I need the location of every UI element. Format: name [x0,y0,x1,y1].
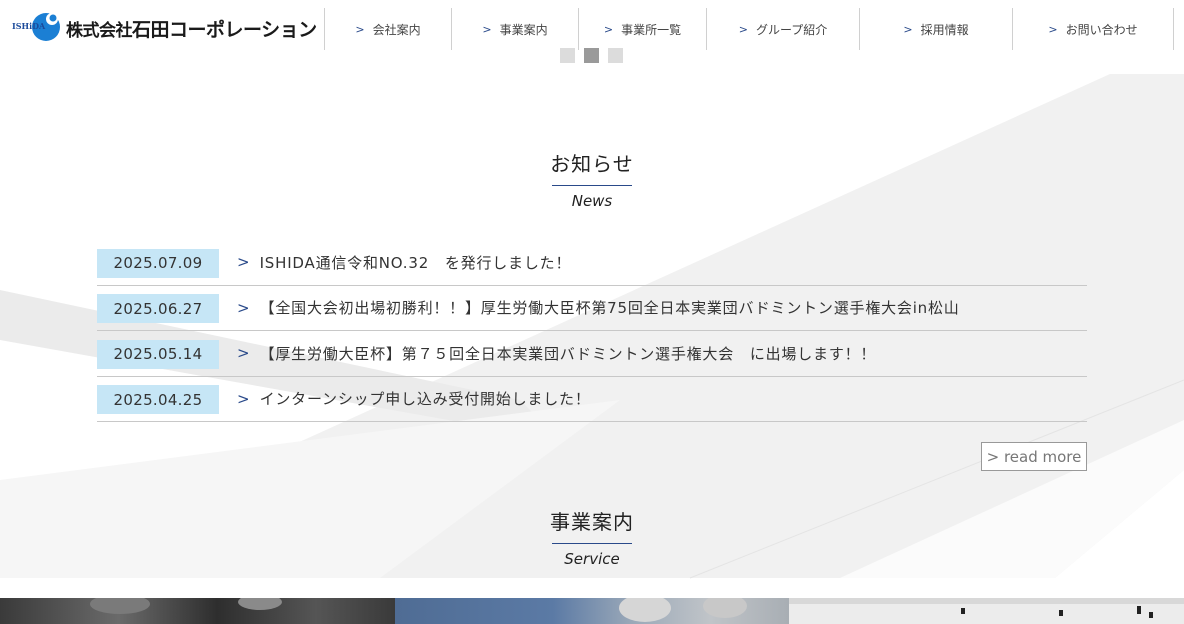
news-list: 2025.07.09 > ISHIDA通信令和NO.32 を発行しました！ 20… [97,240,1087,422]
news-item[interactable]: 2025.06.27 > 【全国大会初出場初勝利！！】厚生労働大臣杯第75回全日… [97,286,1087,331]
nav-label: お問い合わせ [1065,22,1138,37]
nav-item-company[interactable]: > 会社案内 [324,8,451,50]
service-image-office[interactable] [789,598,1184,624]
heading-rule [552,185,632,186]
logo-mark: ISHiDA [12,10,64,46]
nav-label: 会社案内 [372,22,421,37]
read-more-button[interactable]: > read more [981,442,1087,471]
company-name-main: 石田コーポレーション [132,18,317,41]
service-image-tubes[interactable] [395,598,789,624]
slider-dot[interactable] [560,48,575,63]
news-text: 【厚生労働大臣杯】第７５回全日本実業団バドミントン選手権大会 に出場します！！ [259,344,877,363]
news-title: お知らせ [550,152,634,176]
news-date: 2025.07.09 [97,248,219,278]
news-item[interactable]: 2025.07.09 > ISHIDA通信令和NO.32 を発行しました！ [97,240,1087,286]
service-heading: 事業案内 Service [0,506,1184,568]
news-heading: お知らせ News [0,148,1184,210]
chevron-right-icon: > [603,22,614,36]
company-logo[interactable]: ISHiDA 株式会社石田コーポレーション [12,10,317,46]
service-image-pipes[interactable] [0,598,395,624]
news-date: 2025.06.27 [97,294,219,324]
nav-label: 採用情報 [920,22,969,37]
slider-dot-active[interactable] [584,48,599,63]
nav-label: 事業案内 [499,22,548,37]
chevron-right-icon: > [482,22,492,36]
slider-dot[interactable] [608,48,623,63]
slider-pagination [560,48,623,63]
logo-small-text: ISHiDA [12,21,46,31]
news-text: 【全国大会初出場初勝利！！】厚生労働大臣杯第75回全日本実業団バドミントン選手権… [259,299,960,318]
chevron-right-icon: > [237,344,250,363]
news-date: 2025.05.14 [97,339,219,369]
chevron-right-icon: > [903,22,913,36]
news-text: ISHIDA通信令和NO.32 を発行しました！ [259,253,572,272]
chevron-right-icon: > [237,389,250,408]
heading-rule [552,543,632,544]
news-subtitle: News [571,192,613,210]
chevron-right-icon: > [1048,22,1058,36]
nav-item-business[interactable]: > 事業案内 [451,8,578,50]
service-image-strip [0,598,1184,624]
nav-item-offices[interactable]: > 事業所一覧 [578,8,706,50]
news-item[interactable]: 2025.05.14 > 【厚生労働大臣杯】第７５回全日本実業団バドミントン選手… [97,331,1087,377]
news-item[interactable]: 2025.04.25 > インターンシップ申し込み受付開始しました！ [97,377,1087,422]
nav-item-contact[interactable]: > お問い合わせ [1012,8,1174,50]
news-text: インターンシップ申し込み受付開始しました！ [259,390,591,409]
nav-item-group[interactable]: > グループ紹介 [706,8,859,50]
service-subtitle: Service [564,550,620,568]
chevron-right-icon: > [355,22,365,36]
chevron-right-icon: > [237,298,250,317]
company-name: 株式会社石田コーポレーション [66,15,317,42]
nav-label: グループ紹介 [755,22,828,37]
nav-label: 事業所一覧 [621,22,682,37]
service-title: 事業案内 [550,510,634,534]
news-date: 2025.04.25 [97,385,219,415]
nav-item-recruit[interactable]: > 採用情報 [859,8,1012,50]
chevron-right-icon: > [738,22,748,36]
company-name-prefix: 株式会社 [66,20,133,41]
chevron-right-icon: > [237,253,250,272]
global-nav: > 会社案内 > 事業案内 > 事業所一覧 > グループ紹介 > 採用情報 > お問い合わせ [324,8,1174,50]
